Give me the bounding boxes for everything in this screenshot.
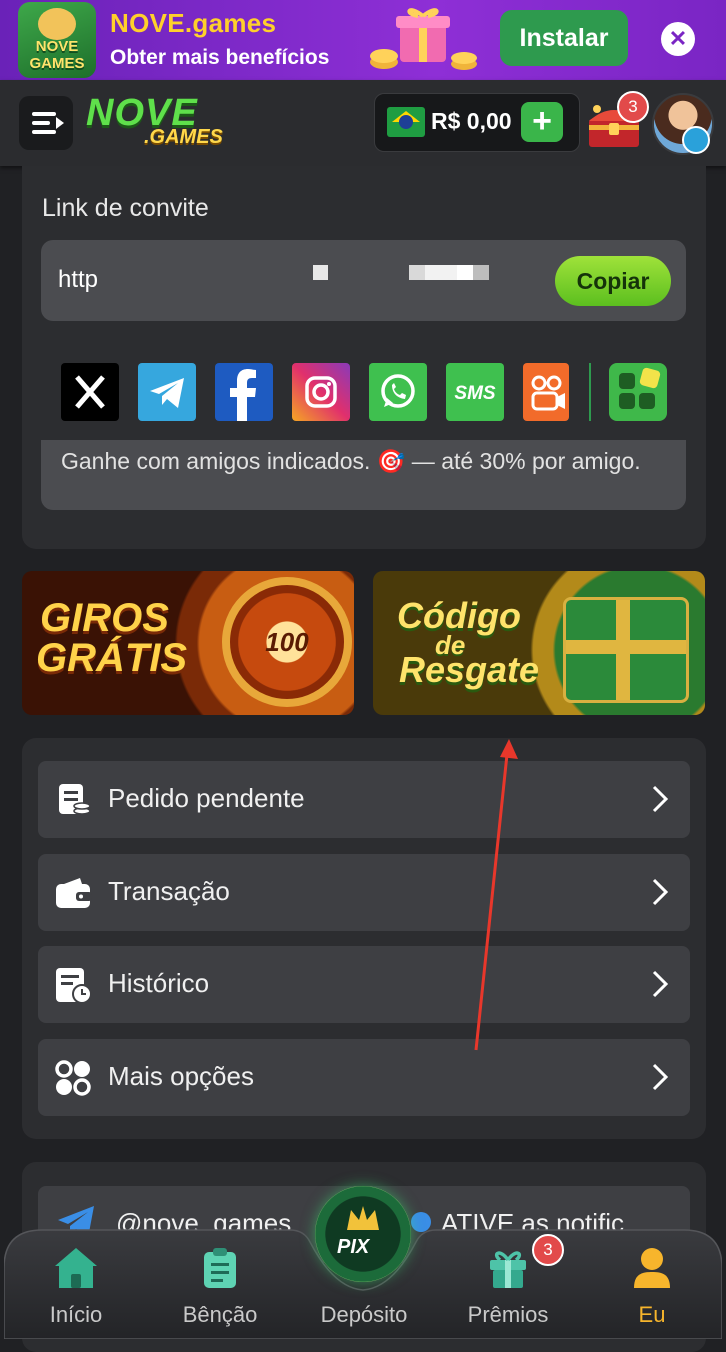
- balance-amount: R$ 0,00: [431, 108, 512, 134]
- gift-box-icon: [563, 597, 689, 703]
- nav-item-home[interactable]: Início: [16, 1246, 136, 1336]
- chevron-right-icon: [652, 970, 669, 998]
- nav-label: Início: [49, 1302, 103, 1327]
- sms-text: SMS: [454, 383, 496, 404]
- home-icon: [55, 1248, 97, 1288]
- wallet-balance[interactable]: R$ 0,00 +: [374, 93, 580, 152]
- telegram-icon[interactable]: [138, 363, 196, 421]
- redacted-link-part: [313, 265, 328, 280]
- treasure-badge: 3: [617, 91, 649, 123]
- wallet-icon: [56, 878, 92, 908]
- pending-order-icon: [59, 784, 91, 815]
- facebook-icon[interactable]: [215, 363, 273, 421]
- redeem-code-banner[interactable]: Código de Resgate: [373, 571, 705, 715]
- app-icon-label: NOVE GAMES: [29, 38, 85, 72]
- crown-coin-icon: [347, 1206, 379, 1230]
- gift-coins-icon: [370, 8, 477, 70]
- chevron-right-icon: [652, 878, 669, 906]
- nav-label: Bênção: [182, 1302, 258, 1327]
- chevron-right-icon: [652, 785, 669, 813]
- free-spins-line2: GRÁTIS: [36, 636, 188, 680]
- nav-label: Prêmios: [467, 1302, 549, 1327]
- menu-item-label: Histórico: [108, 968, 210, 998]
- nav-label-active: Eu: [638, 1302, 666, 1327]
- earn-info-text: Ganhe com amigos indicados. 🎯 — até 30% …: [61, 448, 641, 474]
- menu-item-label: Transação: [108, 876, 230, 906]
- free-spins-line1: GIROS: [40, 596, 169, 640]
- gift-icon: [490, 1251, 526, 1288]
- menu-item-label: Pedido pendente: [108, 783, 305, 813]
- nav-label: Depósito: [320, 1302, 408, 1327]
- close-banner-button[interactable]: ✕: [661, 22, 695, 56]
- menu-arrow-icon: [56, 117, 64, 129]
- free-spins-banner[interactable]: GIROS GRÁTIS 100: [22, 571, 354, 715]
- whatsapp-icon[interactable]: [369, 363, 427, 421]
- app-icon: NOVE GAMES: [18, 2, 96, 78]
- copy-button[interactable]: Copiar: [555, 256, 671, 306]
- hamburger-menu-button[interactable]: [19, 96, 73, 150]
- wheel-value: 100: [265, 627, 309, 657]
- install-button[interactable]: Instalar: [500, 10, 628, 66]
- instagram-icon[interactable]: [292, 363, 350, 421]
- menu-item-history[interactable]: Histórico: [38, 946, 690, 1023]
- logo-sub-text: .GAMES: [144, 126, 223, 148]
- prize-wheel-icon: 100: [222, 577, 352, 707]
- menu-item-label: Mais opções: [108, 1061, 254, 1091]
- nav-item-blessing[interactable]: Bênção: [160, 1246, 280, 1336]
- redeem-line1: Código: [397, 595, 521, 636]
- more-apps-icon[interactable]: [609, 363, 667, 421]
- site-logo[interactable]: NOVE .GAMES: [86, 92, 236, 152]
- clipboard-icon: [204, 1248, 236, 1288]
- x-icon[interactable]: [61, 363, 119, 421]
- nav-item-me[interactable]: Eu: [592, 1246, 712, 1336]
- banner-subtitle: Obter mais benefícios: [110, 46, 330, 69]
- chevron-right-icon: [652, 1063, 669, 1091]
- invite-link-text: http: [58, 266, 99, 293]
- add-funds-button[interactable]: +: [521, 102, 563, 142]
- banner-title: NOVE.games: [110, 8, 277, 38]
- history-icon: [56, 968, 92, 1004]
- prizes-badge: 3: [532, 1234, 564, 1266]
- redacted-link-part: [409, 265, 489, 280]
- pix-label: PIX: [337, 1236, 370, 1258]
- share-divider: [589, 363, 591, 421]
- user-icon: [634, 1248, 670, 1288]
- more-options-icon: [55, 1060, 91, 1096]
- redeem-line3: Resgate: [399, 649, 540, 690]
- kwai-icon[interactable]: [523, 363, 569, 421]
- menu-item-transaction[interactable]: Transação: [38, 854, 690, 931]
- sms-icon[interactable]: SMS: [446, 363, 504, 421]
- pix-deposit-icon[interactable]: PIX: [315, 1186, 411, 1282]
- menu-item-pending-order[interactable]: Pedido pendente: [38, 761, 690, 838]
- telegram-mini-icon: [682, 126, 710, 154]
- brazil-flag-icon: [387, 107, 425, 137]
- invite-link-label: Link de convite: [42, 194, 209, 222]
- menu-item-more-options[interactable]: Mais opções: [38, 1039, 690, 1116]
